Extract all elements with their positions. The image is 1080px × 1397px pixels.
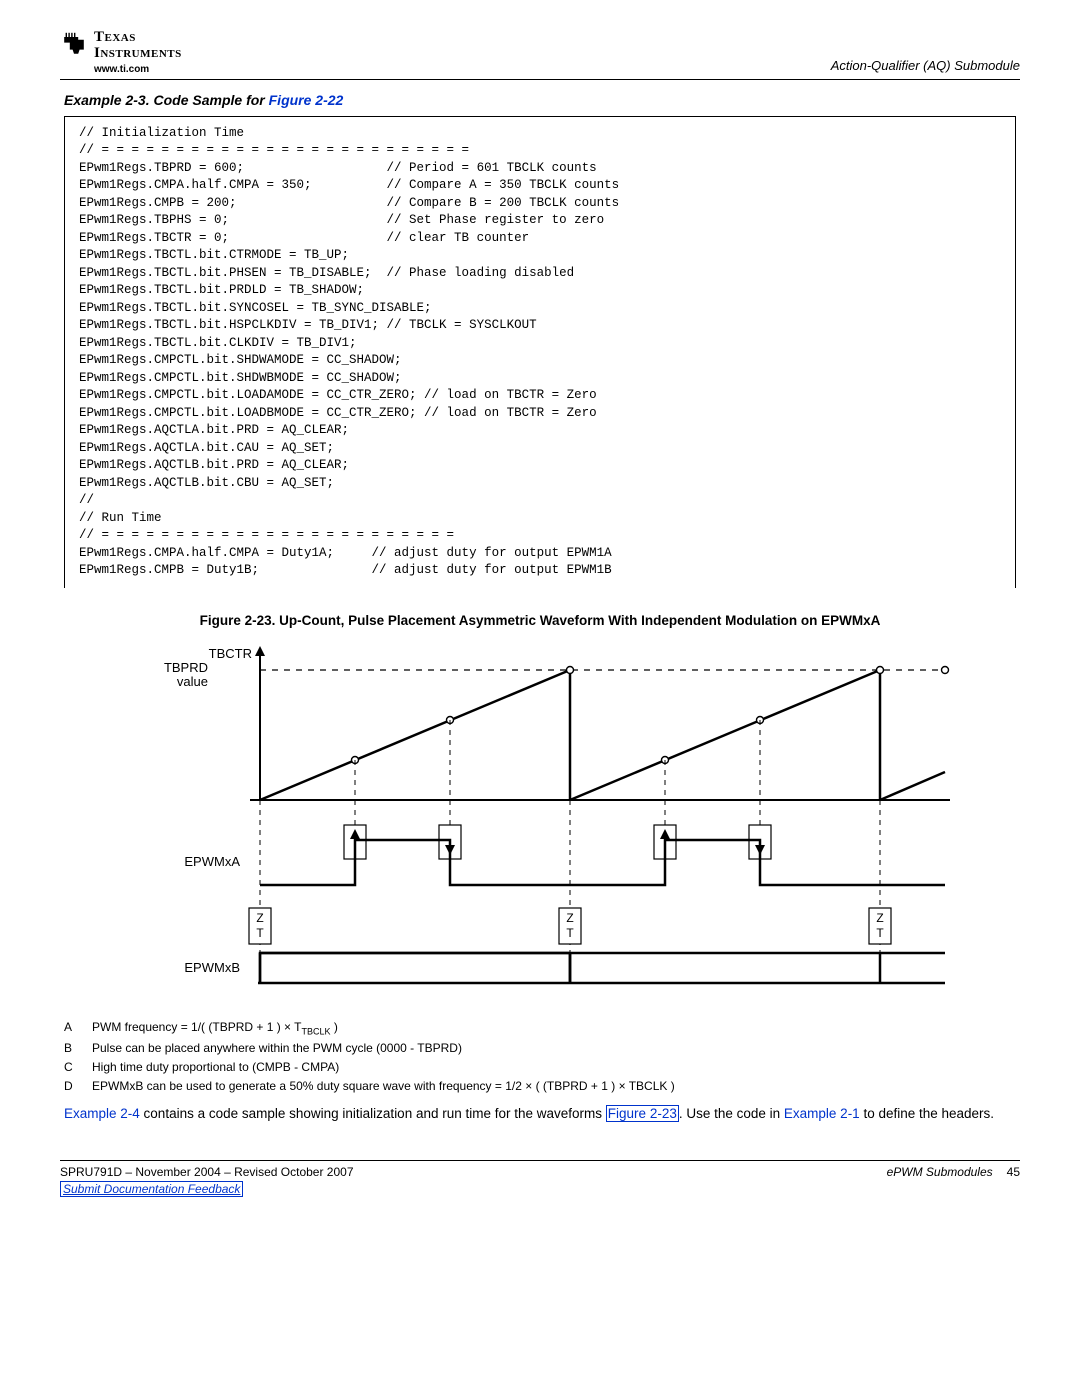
code-sample: // Initialization Time // = = = = = = = … <box>64 116 1016 588</box>
example-ref-link[interactable]: Example 2-4 <box>64 1106 140 1121</box>
svg-text:EPWMxA: EPWMxA <box>184 854 240 869</box>
svg-text:TBPRD: TBPRD <box>164 660 208 675</box>
figure-ref-link[interactable]: Figure 2-23 <box>606 1105 679 1122</box>
company-name: Texas Instruments <box>94 30 182 62</box>
section-title: Action-Qualifier (AQ) Submodule <box>831 58 1020 75</box>
svg-text:T: T <box>876 926 884 940</box>
figure-reference-link[interactable]: Figure 2-22 <box>269 92 344 108</box>
svg-text:Z: Z <box>876 911 883 925</box>
svg-text:EPWMxB: EPWMxB <box>184 960 240 975</box>
footer-section: ePWM Submodules <box>887 1165 993 1179</box>
waveform-figure: TBCTR TBPRD value EPWMxA EPWMxB Z T Z T … <box>130 640 950 1010</box>
example-ref-link-2[interactable]: Example 2-1 <box>784 1106 860 1121</box>
figure-notes: A PWM frequency = 1/( (TBPRD + 1 ) × TTB… <box>64 1020 1016 1093</box>
example-title: Example 2-3. Code Sample for Figure 2-22 <box>64 92 1020 108</box>
svg-text:Z: Z <box>256 911 263 925</box>
ti-logo-block: Texas Instruments www.ti.com <box>60 30 182 75</box>
svg-text:Z: Z <box>566 911 573 925</box>
svg-text:T: T <box>566 926 574 940</box>
ti-chip-icon <box>60 30 88 61</box>
company-url: www.ti.com <box>94 64 149 75</box>
svg-text:value: value <box>177 674 208 689</box>
feedback-link[interactable]: Submit Documentation Feedback <box>60 1181 243 1197</box>
figure-caption: Figure 2-23. Up-Count, Pulse Placement A… <box>100 612 980 630</box>
body-paragraph: Example 2-4 contains a code sample showi… <box>64 1105 1016 1124</box>
svg-text:T: T <box>256 926 264 940</box>
page-header: Texas Instruments www.ti.com Action-Qual… <box>60 30 1020 80</box>
svg-text:TBCTR: TBCTR <box>209 646 252 661</box>
page-number: 45 <box>1007 1165 1020 1179</box>
doc-id: SPRU791D – November 2004 – Revised Octob… <box>60 1165 354 1179</box>
page-footer: SPRU791D – November 2004 – Revised Octob… <box>60 1160 1020 1197</box>
